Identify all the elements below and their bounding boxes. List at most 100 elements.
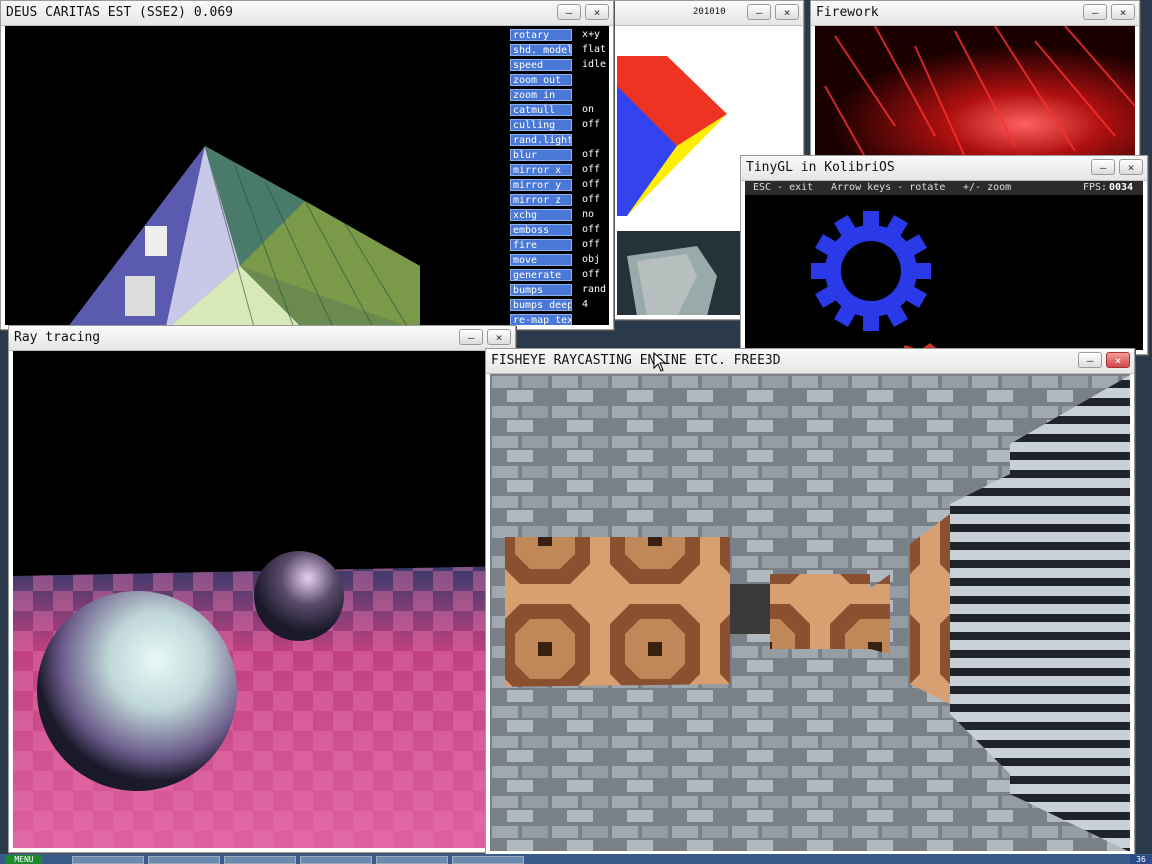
deus-menu-row: zoom in (510, 88, 609, 103)
deus-option-button[interactable]: fire (510, 239, 572, 251)
tinygl-hint-bar: ESC - exit Arrow keys - rotate +/- zoom … (745, 181, 1143, 195)
deus-menu-row: rotary x+y (510, 28, 609, 43)
deus-option-button[interactable]: bumps deep (510, 299, 572, 311)
minimize-button[interactable]: — (1083, 4, 1107, 20)
start-menu-button[interactable]: MENU (6, 855, 42, 864)
deus-menu-row: speed idle (510, 58, 609, 73)
fisheye-title: FISHEYE RAYCASTING ENGINE ETC. FREE3D (491, 353, 781, 368)
mouse-cursor-icon (653, 352, 667, 372)
firework-canvas (815, 26, 1135, 155)
deus-option-button[interactable]: zoom out (510, 74, 572, 86)
deus-menu-row: xchg no (510, 208, 609, 223)
fps-label: FPS: (1083, 182, 1108, 193)
firework-title: Firework (816, 5, 879, 20)
deus-option-button[interactable]: catmull (510, 104, 572, 116)
deus-option-button[interactable]: mirror z (510, 194, 572, 206)
fisheye-canvas (490, 374, 1130, 851)
raytracing-window[interactable]: Ray tracing — × (8, 325, 516, 853)
deus-option-button[interactable]: mirror x (510, 164, 572, 176)
deus-option-button[interactable]: emboss (510, 224, 572, 236)
taskbar-item[interactable] (376, 856, 448, 864)
deus-menu-row: blur off (510, 148, 609, 163)
close-button[interactable]: × (1119, 159, 1143, 175)
taskbar-clock: 36 (1130, 855, 1152, 864)
close-button[interactable]: × (1111, 4, 1135, 20)
deus-option-value: off (582, 179, 601, 190)
deus-menu-row: shd. model flat (510, 43, 609, 58)
raytracing-canvas (13, 351, 511, 848)
taskbar-item[interactable] (452, 856, 524, 864)
minimize-button[interactable]: — (747, 4, 771, 20)
deus-option-button[interactable]: generate (510, 269, 572, 281)
hint-exit: ESC - exit (753, 182, 814, 193)
deus-menu-row: catmull on (510, 103, 609, 118)
deus-menu-row: mirror x off (510, 163, 609, 178)
deus-option-button[interactable]: mirror y (510, 179, 572, 191)
deus-menu-row: mirror y off (510, 178, 609, 193)
deus-option-value: off (582, 149, 601, 160)
deus-menu-row: culling off (510, 118, 609, 133)
fps-value: 0034 (1109, 182, 1134, 193)
deus-menu-row: re-map tex (510, 313, 609, 325)
taskbar-item[interactable] (224, 856, 296, 864)
deus-option-value: obj (582, 254, 601, 265)
tinygl-window[interactable]: TinyGL in KolibriOS — × ESC - exit Arrow… (740, 155, 1148, 355)
deus-option-value: 4 (582, 299, 589, 310)
deus-option-button[interactable]: culling (510, 119, 572, 131)
close-button[interactable]: × (487, 329, 511, 345)
taskbar-item[interactable] (148, 856, 220, 864)
minimize-button[interactable]: — (557, 4, 581, 20)
deus-options-menu: rotary x+y shd. model flat speed idle zoom out… (510, 28, 609, 325)
tinygl-titlebar[interactable]: TinyGL in KolibriOS — × (741, 156, 1147, 181)
deus-option-value: idle (582, 59, 607, 70)
deus-option-button[interactable]: move (510, 254, 572, 266)
fisheye-render (490, 374, 1130, 851)
deus-option-button[interactable]: xchg (510, 209, 572, 221)
deus-option-value: off (582, 224, 601, 235)
fisheye-titlebar[interactable]: FISHEYE RAYCASTING ENGINE ETC. FREE3D — … (486, 349, 1134, 374)
deus-menu-row: mirror z off (510, 193, 609, 208)
deus-option-value: off (582, 164, 601, 175)
deus-option-value: off (582, 269, 601, 280)
deus-menu-row: emboss off (510, 223, 609, 238)
deus-option-button[interactable]: re-map tex (510, 314, 572, 325)
raytracing-title: Ray tracing (14, 330, 101, 345)
hint-zoom: +/- zoom (963, 182, 1012, 193)
close-button[interactable]: × (775, 4, 799, 20)
deus-option-button[interactable]: bumps (510, 284, 572, 296)
minimize-button[interactable]: — (1091, 159, 1115, 175)
deus-titlebar[interactable]: DEUS CARITAS EST (SSE2) 0.069 — × (1, 1, 613, 26)
raytracing-titlebar[interactable]: Ray tracing — × (9, 326, 515, 351)
deus-option-value: x+y (582, 29, 601, 40)
deus-option-button[interactable]: blur (510, 149, 572, 161)
close-button[interactable]: × (1106, 352, 1130, 368)
deus-menu-row: zoom out (510, 73, 609, 88)
firework-render (815, 26, 1135, 155)
raytracing-render (13, 351, 511, 848)
minimize-button[interactable]: — (459, 329, 483, 345)
tinygl-canvas: ESC - exit Arrow keys - rotate +/- zoom … (745, 181, 1143, 350)
taskbar-item[interactable] (300, 856, 372, 864)
deus-option-value: off (582, 194, 601, 205)
deus-option-button[interactable]: rand.light (510, 134, 572, 146)
deus-option-button[interactable]: shd. model (510, 44, 572, 56)
deus-menu-row: rand.light (510, 133, 609, 148)
cube-titlebar[interactable]: 201010 — × (613, 1, 803, 26)
deus-option-button[interactable]: speed (510, 59, 572, 71)
deus-caritas-window[interactable]: DEUS CARITAS EST (SSE2) 0.069 — × rotary… (0, 0, 614, 330)
deus-option-button[interactable]: rotary (510, 29, 572, 41)
deus-menu-row: fire off (510, 238, 609, 253)
deus-menu-row: bumps deep 4 (510, 298, 609, 313)
fisheye-window[interactable]: FISHEYE RAYCASTING ENGINE ETC. FREE3D — … (485, 348, 1135, 856)
firework-window[interactable]: Firework — × (810, 0, 1140, 160)
deus-option-value: off (582, 239, 601, 250)
close-button[interactable]: × (585, 4, 609, 20)
deus-render (69, 145, 420, 325)
deus-title: DEUS CARITAS EST (SSE2) 0.069 (6, 5, 233, 20)
minimize-button[interactable]: — (1078, 352, 1102, 368)
deus-option-button[interactable]: zoom in (510, 89, 572, 101)
deus-canvas: rotary x+y shd. model flat speed idle zoom out… (5, 26, 609, 325)
deus-option-value: on (582, 104, 595, 115)
taskbar-item[interactable] (72, 856, 144, 864)
firework-titlebar[interactable]: Firework — × (811, 1, 1139, 26)
